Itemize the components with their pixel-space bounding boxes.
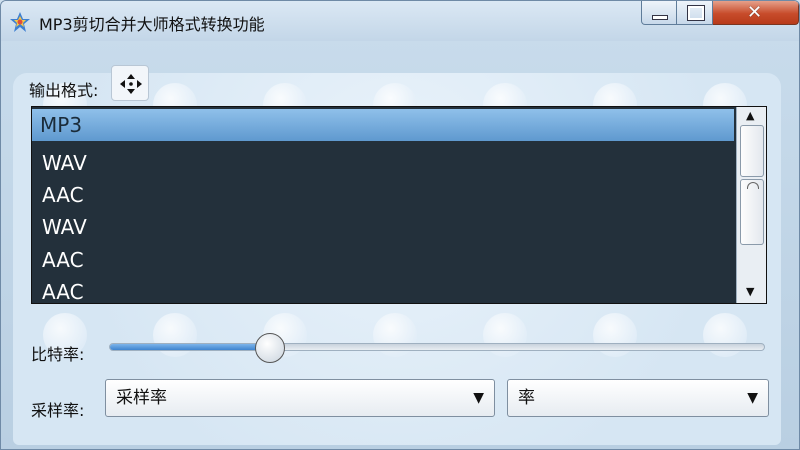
- sample-rate-value: 采样率: [116, 388, 167, 408]
- format-option-mp3[interactable]: MP3: [32, 109, 734, 141]
- channel-select[interactable]: 率 ▼: [507, 379, 769, 417]
- grip-icon: [747, 182, 759, 189]
- format-option-aac[interactable]: AAC: [32, 276, 734, 303]
- scrollbar-thumb[interactable]: [740, 125, 764, 177]
- format-option-wav[interactable]: WAV: [32, 211, 734, 243]
- app-logo-icon: [10, 12, 30, 32]
- scroll-down-arrow-icon[interactable]: ▼: [746, 285, 754, 298]
- sample-rate-label: 采样率:: [31, 401, 85, 420]
- bitrate-slider-fill: [110, 344, 271, 350]
- close-icon: ✕: [747, 2, 763, 23]
- maximize-icon: [687, 5, 705, 21]
- list-scrollbar[interactable]: ▲ ▼: [736, 107, 766, 303]
- maximize-button[interactable]: [677, 1, 713, 25]
- channel-value: 率: [518, 388, 535, 408]
- dropdown-arrow-icon: ▼: [473, 390, 484, 406]
- bitrate-slider-thumb[interactable]: [254, 333, 285, 363]
- minimize-icon: [652, 15, 668, 20]
- move-arrows-icon: [120, 74, 142, 94]
- format-option-aac[interactable]: AAC: [32, 244, 734, 276]
- format-option-aac[interactable]: AAC: [32, 179, 734, 211]
- scroll-up-arrow-icon[interactable]: ▲: [746, 109, 754, 122]
- sample-rate-select[interactable]: 采样率 ▼: [105, 379, 495, 417]
- output-format-list[interactable]: MP3 WAV AAC WAV AAC AAC ▲ ▼: [31, 106, 767, 304]
- bitrate-slider[interactable]: [109, 343, 765, 351]
- close-button[interactable]: ✕: [713, 1, 799, 25]
- format-option-wav[interactable]: WAV: [32, 147, 734, 179]
- title-bar[interactable]: MP3剪切合并大师格式转换功能 ✕: [1, 1, 799, 41]
- app-window: MP3剪切合并大师格式转换功能 ✕ 输出格式: MP3 WAV AAC WAV …: [0, 0, 800, 450]
- minimize-button[interactable]: [641, 1, 677, 25]
- output-format-label: 输出格式:: [29, 81, 99, 100]
- window-title: MP3剪切合并大师格式转换功能: [39, 15, 265, 34]
- dropdown-arrow-icon: ▼: [747, 390, 758, 406]
- scrollbar-thumb-lower[interactable]: [740, 179, 764, 245]
- bitrate-label: 比特率:: [31, 345, 85, 364]
- move-button[interactable]: [111, 65, 149, 101]
